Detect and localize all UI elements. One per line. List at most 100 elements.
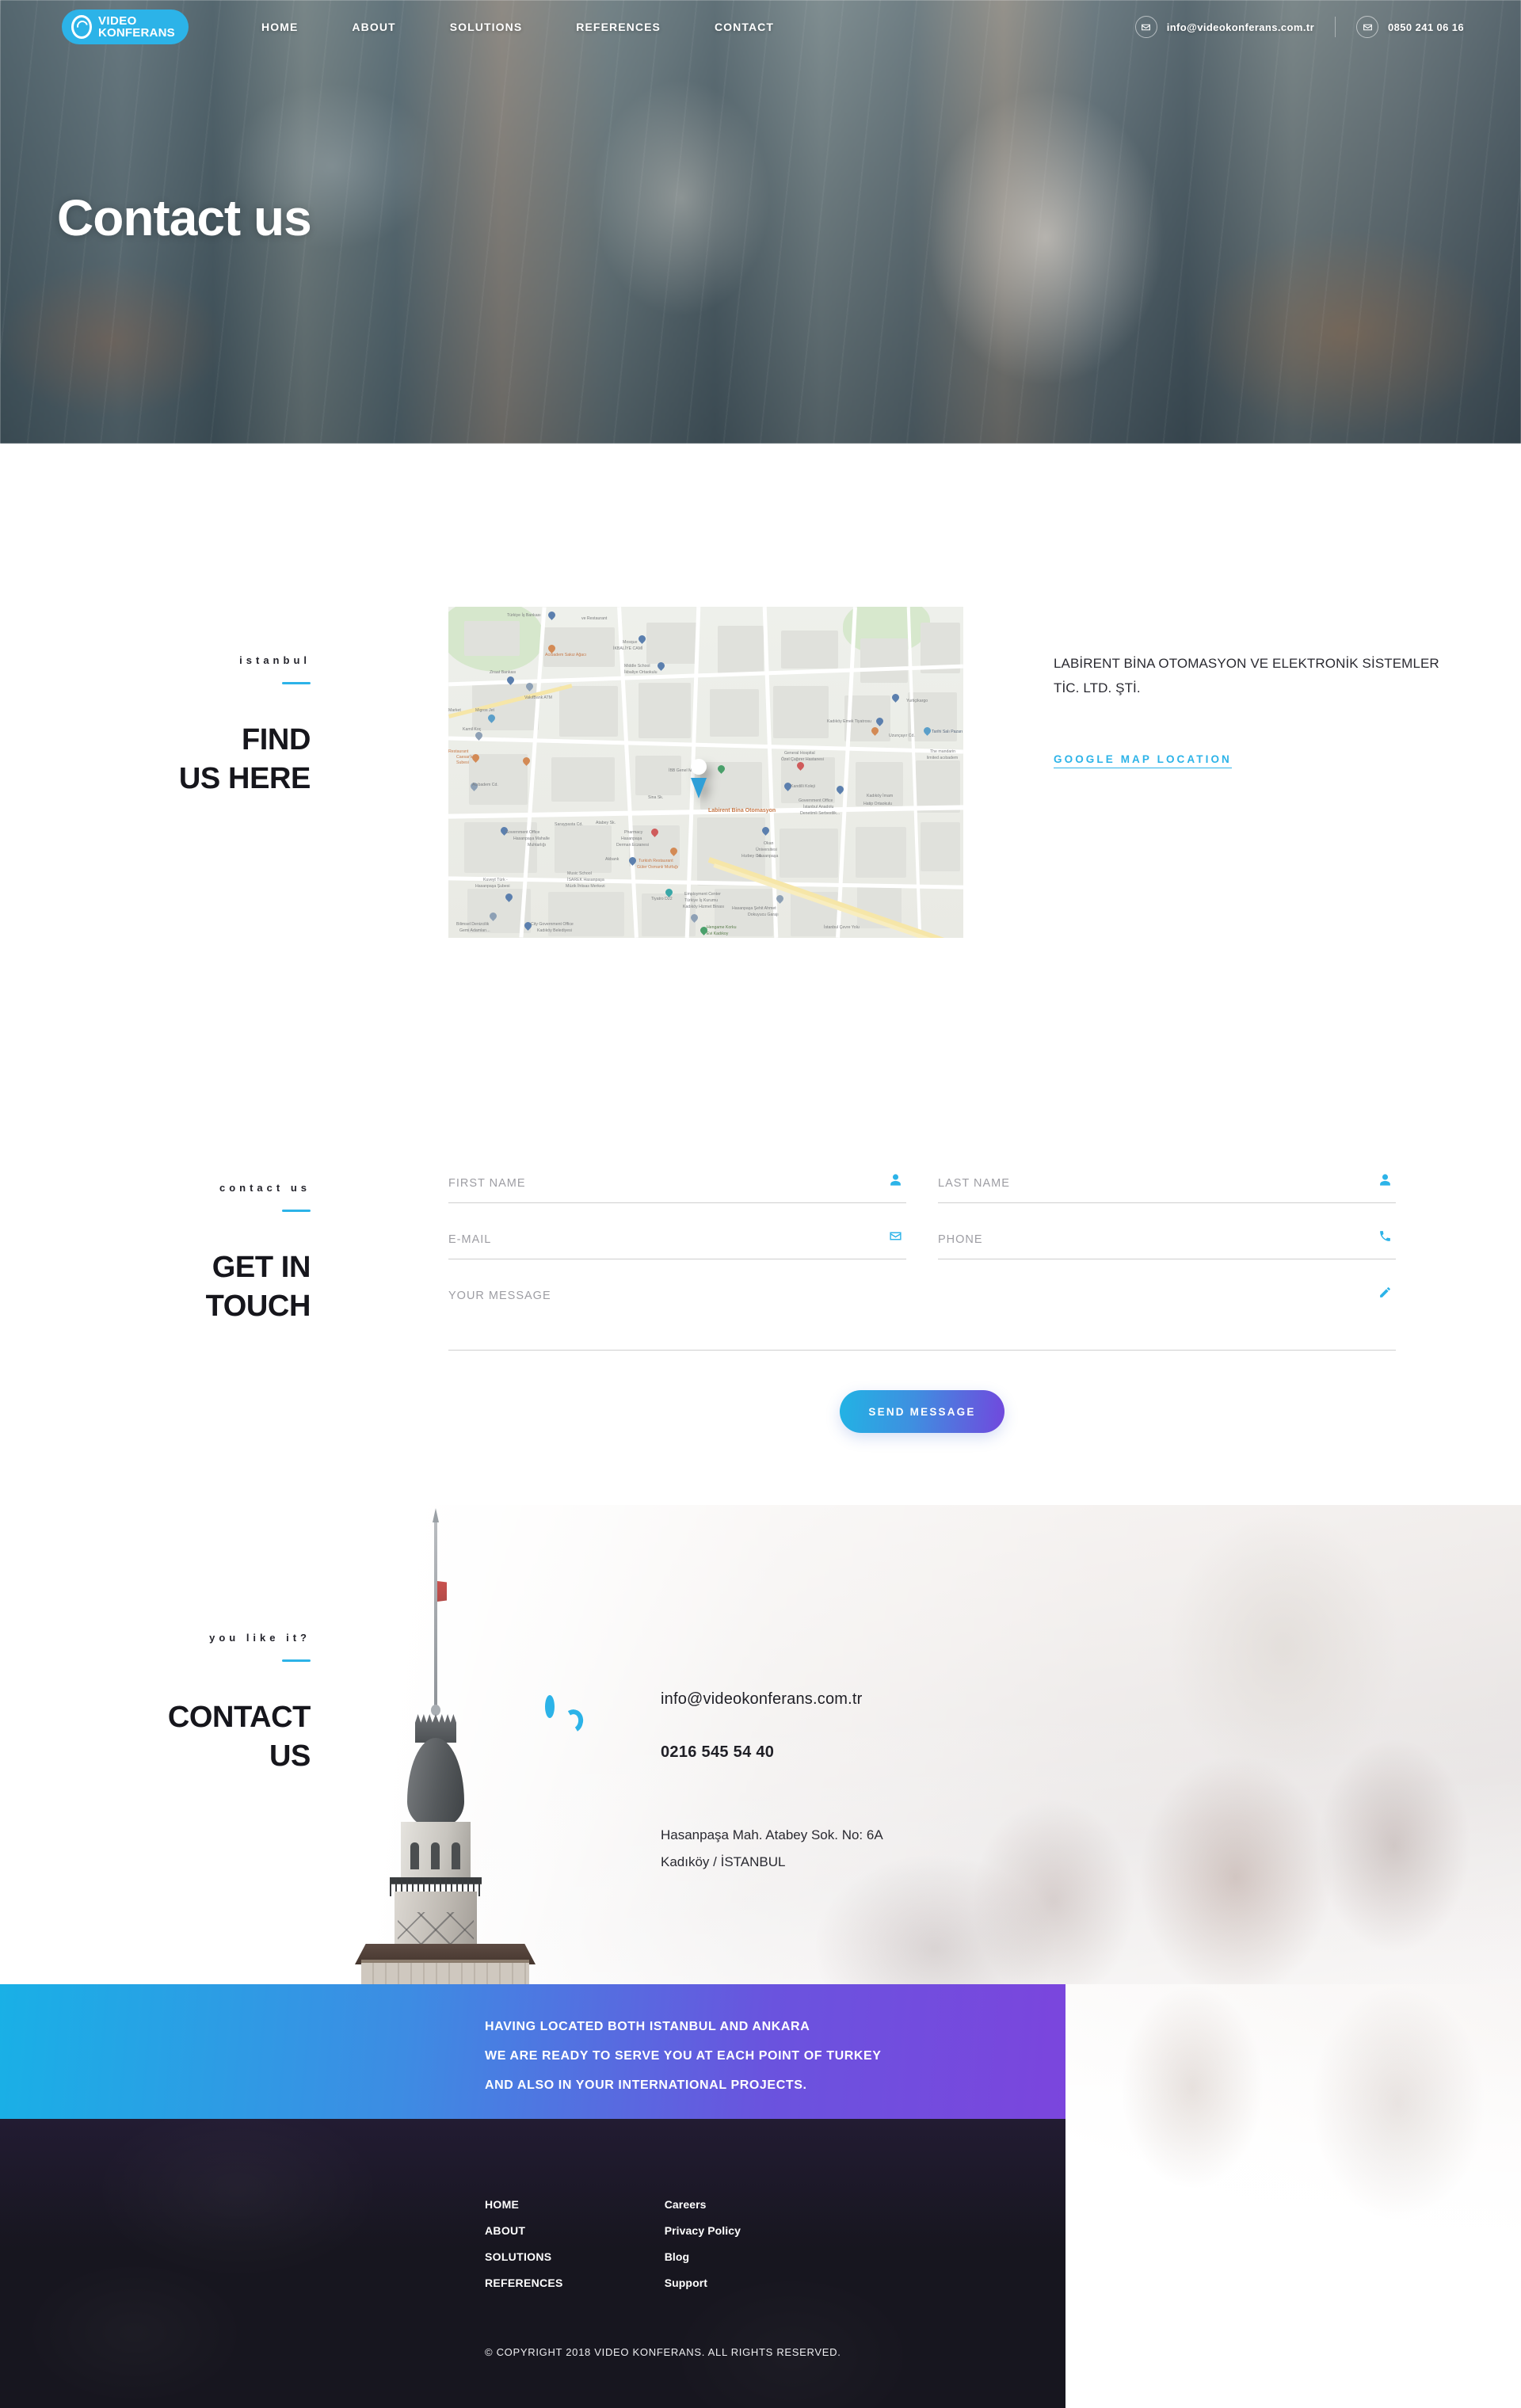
map-label: Denetimli Serbestlik... xyxy=(800,811,841,816)
map-label: Akbank xyxy=(605,857,619,862)
location-map[interactable]: Türkiye İş Bankası ve Restaurant Mosque İKB… xyxy=(448,607,963,938)
nav-phone-text: 0850 241 06 16 xyxy=(1388,21,1464,33)
map-label: Hasanpaşa Mahalle xyxy=(513,836,550,841)
last-name-field[interactable]: LAST NAME xyxy=(938,1174,1396,1203)
map-label: Restaurant xyxy=(448,749,469,754)
map-label: Uzunçayır Cd. xyxy=(889,733,915,738)
nav-item-home[interactable]: HOME xyxy=(234,21,325,33)
footer-column-secondary: Careers Privacy Policy Blog Support xyxy=(665,2198,741,2303)
map-label: Music School xyxy=(567,871,592,876)
map-label: Evi Kadıkoy xyxy=(707,932,729,936)
cta-banner: HAVING LOCATED BOTH ISTANBUL AND ANKARA … xyxy=(0,1984,1065,2119)
address-line-2: Kadıköy / İSTANBUL xyxy=(661,1854,786,1869)
map-label: Government Office xyxy=(505,830,540,835)
right-photo-strip xyxy=(1065,1984,1521,2408)
footer-link-support[interactable]: Support xyxy=(665,2277,741,2289)
footer-link-privacy-policy[interactable]: Privacy Policy xyxy=(665,2224,741,2237)
site-logo[interactable]: VIDEO KONFERANS xyxy=(62,10,189,44)
find-us-title-line1: FIND xyxy=(241,723,311,756)
footer-link-references[interactable]: REFERENCES xyxy=(485,2277,563,2289)
site-footer: HOME ABOUT SOLUTIONS REFERENCES Careers … xyxy=(0,2119,1065,2408)
find-us-section: istanbul FIND US HERE Türkiye İş Bankası… xyxy=(0,602,1521,951)
nav-item-contact[interactable]: CONTACT xyxy=(688,21,801,33)
contact-us-rule xyxy=(282,1659,311,1662)
map-label: Acıbadem Cd. xyxy=(472,783,498,787)
map-label: Kadıköy Belediyesi xyxy=(537,928,572,933)
nav-item-about[interactable]: ABOUT xyxy=(325,21,422,33)
get-in-touch-title-line2: TOUCH xyxy=(205,1289,311,1323)
footer-link-columns: HOME ABOUT SOLUTIONS REFERENCES Careers … xyxy=(485,2198,741,2303)
contact-phone[interactable]: 0216 545 54 40 xyxy=(661,1743,1104,1762)
map-label: Tarihi Salı Pazarı xyxy=(932,730,963,734)
map-label: İkbaliye Ortaokulu xyxy=(624,670,658,675)
contact-us-title: CONTACT US xyxy=(0,1698,311,1775)
map-label: Ziraat Bankası xyxy=(490,670,517,675)
last-name-placeholder: LAST NAME xyxy=(938,1177,1010,1190)
pencil-icon xyxy=(1378,1286,1394,1301)
find-us-title: FIND US HERE xyxy=(0,721,311,798)
cta-banner-line-3: AND ALSO IN YOUR INTERNATIONAL PROJECTS. xyxy=(485,2078,807,2092)
find-us-details: LABİRENT BİNA OTOMASYON VE ELEKTRONİK Sİ… xyxy=(1054,651,1450,768)
map-label: Turkish Restaurant xyxy=(639,859,673,863)
email-field[interactable]: E-MAIL xyxy=(448,1232,906,1259)
contact-us-kicker: you like it? xyxy=(209,1632,311,1644)
nav-email[interactable]: info@videokonferans.com.tr xyxy=(1134,16,1314,38)
address-line-1: Hasanpaşa Mah. Atabey Sok. No: 6A xyxy=(661,1827,883,1842)
footer-link-home[interactable]: HOME xyxy=(485,2198,563,2211)
map-label: Hengame Korku xyxy=(707,925,737,930)
map-label: Tiyatro D22 xyxy=(651,897,673,901)
map-label: Hatip Ortaokulu xyxy=(863,802,893,806)
map-label: Hızbey Cd. xyxy=(741,854,762,859)
message-placeholder: YOUR MESSAGE xyxy=(448,1290,551,1302)
map-label: Hasanpaşa Şubesi xyxy=(475,884,510,889)
first-name-field[interactable]: FIRST NAME xyxy=(448,1174,906,1203)
envelope-icon xyxy=(1134,16,1157,38)
map-label: Özel Çağırer Hastanesi xyxy=(781,757,824,762)
map-label: Hasanpaşa xyxy=(621,836,642,841)
map-label: Atabey Sk. xyxy=(596,821,616,825)
map-label: Migros Jet xyxy=(475,708,494,713)
email-placeholder: E-MAIL xyxy=(448,1233,492,1246)
user-icon xyxy=(889,1173,905,1189)
map-label: Derman Eczanesi xyxy=(616,843,649,848)
phone-field[interactable]: PHONE xyxy=(938,1231,1396,1259)
map-marker-label: Labirent Bina Otomasyon xyxy=(708,808,776,813)
map-label: Muhtarlığı xyxy=(528,843,547,848)
cta-banner-line-2: WE ARE READY TO SERVE YOU AT EACH POINT … xyxy=(485,2048,882,2063)
nav-item-solutions[interactable]: SOLUTIONS xyxy=(423,21,550,33)
footer-link-about[interactable]: ABOUT xyxy=(485,2224,563,2237)
map-label: Üniversitesi xyxy=(756,848,777,852)
circle-ring-icon xyxy=(71,15,92,39)
map-label: Mosque xyxy=(623,640,638,645)
copyright-text: © COPYRIGHT 2018 VIDEO KONFERANS. ALL RI… xyxy=(485,2346,841,2358)
message-field[interactable]: YOUR MESSAGE xyxy=(448,1287,1396,1351)
map-label: Middle School xyxy=(624,664,650,669)
map-label: Bilimsel Denizcilik xyxy=(456,922,490,927)
contact-address: Hasanpaşa Mah. Atabey Sok. No: 6A Kadıkö… xyxy=(661,1822,1104,1876)
cta-banner-line-1: HAVING LOCATED BOTH ISTANBUL AND ANKARA xyxy=(485,2020,810,2033)
nav-item-references[interactable]: REFERENCES xyxy=(549,21,688,33)
map-label: Kamil Koç xyxy=(463,727,482,732)
map-label: Okan xyxy=(764,841,774,846)
nav-contact-info: info@videokonferans.com.tr 0850 241 06 1… xyxy=(1134,16,1464,38)
send-message-button[interactable]: SEND MESSAGE xyxy=(840,1390,1004,1433)
footer-link-careers[interactable]: Careers xyxy=(665,2198,741,2211)
form-row-message: YOUR MESSAGE xyxy=(448,1287,1396,1351)
footer-link-blog[interactable]: Blog xyxy=(665,2250,741,2263)
footer-link-solutions[interactable]: SOLUTIONS xyxy=(485,2250,563,2263)
map-label: Yurtiçikargo xyxy=(906,699,928,703)
find-us-rule xyxy=(282,682,311,684)
map-label: İstanbul Çevre Yolu xyxy=(824,925,860,930)
contact-us-heading: you like it? CONTACT US xyxy=(0,1632,311,1775)
nav-divider xyxy=(1335,17,1336,37)
contact-circle-ring-icon xyxy=(545,1695,597,1757)
nav-phone[interactable]: 0850 241 06 16 xyxy=(1356,16,1464,38)
google-map-location-link[interactable]: GOOGLE MAP LOCATION xyxy=(1054,753,1232,768)
contact-email[interactable]: info@videokonferans.com.tr xyxy=(661,1690,1104,1709)
logo-line-2: KONFERANS xyxy=(98,26,175,40)
map-label: Saraypasta Cd. xyxy=(555,822,583,827)
contact-us-title-line2: US xyxy=(269,1739,311,1773)
get-in-touch-kicker: contact us xyxy=(219,1182,311,1194)
map-label: Kuveyt Türk - xyxy=(483,878,508,882)
map-marker-pin[interactable] xyxy=(678,748,719,800)
